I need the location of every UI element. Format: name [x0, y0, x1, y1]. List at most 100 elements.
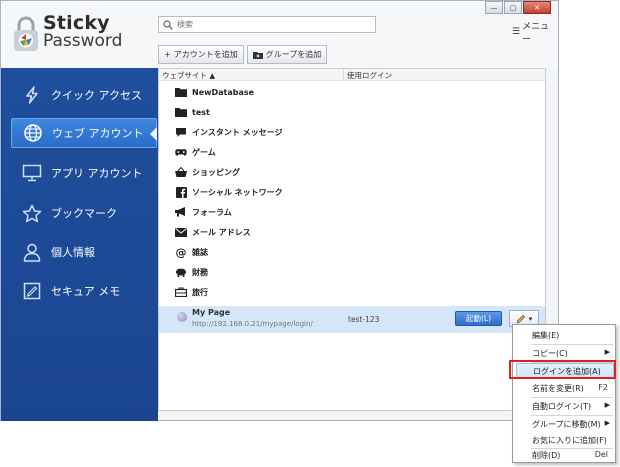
menu-label: メニュー: [522, 22, 550, 45]
menu-item-label: 編集(E): [532, 330, 560, 340]
minimize-button[interactable]: —: [485, 1, 503, 14]
group-row[interactable]: @ 雑誌: [159, 242, 545, 262]
logo-line-1: Sticky: [43, 12, 110, 34]
account-login: test-123: [348, 315, 380, 324]
group-row[interactable]: ゲーム: [159, 142, 545, 162]
menu-item-label: 自動ログイン(T): [532, 401, 592, 411]
sidebar-label: 個人情報: [51, 246, 95, 259]
accounts-list: ウェブサイト ▲ 使用ログイン NewDatabase test インスタント …: [158, 68, 546, 411]
menu-item-copy[interactable]: コピー(C) ▶: [516, 345, 614, 361]
sidebar-item-bookmarks[interactable]: ブックマーク: [11, 198, 157, 228]
piggybank-icon: [175, 267, 187, 278]
search-icon: [163, 20, 173, 30]
column-login[interactable]: 使用ログイン: [347, 70, 392, 81]
search-input[interactable]: [177, 18, 371, 31]
group-label: インスタント メッセージ: [192, 127, 283, 137]
folder-plus-icon: [252, 51, 263, 59]
menu-item-label: コピー(C): [532, 348, 568, 358]
menu-item-shortcut: F2: [598, 383, 608, 392]
envelope-icon: [175, 227, 187, 238]
basket-icon: [175, 167, 187, 178]
menu-item-delete[interactable]: 削除(D) Del: [516, 447, 614, 463]
menu-item-edit[interactable]: 編集(E): [516, 327, 614, 343]
group-row[interactable]: ショッピング: [159, 162, 545, 182]
menu-item-shortcut: Del: [594, 450, 608, 459]
group-row[interactable]: インスタント メッセージ: [159, 122, 545, 142]
plus-icon: +: [164, 50, 171, 59]
window-controls: — ▢ ✕: [485, 1, 552, 15]
sidebar-label: クイック アクセス: [51, 89, 142, 102]
submenu-arrow-icon: ▶: [604, 401, 610, 409]
sidebar-item-personal-info[interactable]: 個人情報: [11, 237, 157, 267]
menu-item-rename[interactable]: 名前を変更(R) F2: [516, 380, 614, 396]
maximize-button[interactable]: ▢: [504, 1, 522, 14]
sticky-password-logo: [14, 16, 38, 51]
sidebar-item-secure-memo[interactable]: セキュア メモ: [11, 276, 157, 306]
person-icon: [21, 241, 43, 263]
sidebar-label: アプリ アカウント: [51, 167, 143, 180]
group-label: メール アドレス: [192, 227, 251, 237]
site-icon: [177, 312, 187, 322]
close-button[interactable]: ✕: [523, 1, 551, 14]
hamburger-icon: ☰: [512, 27, 521, 37]
column-separator: [343, 69, 344, 81]
group-row[interactable]: NewDatabase: [159, 82, 545, 102]
group-label: ゲーム: [192, 147, 216, 157]
add-group-label: グループを追加: [265, 50, 322, 59]
suitcase-icon: [175, 287, 187, 298]
add-account-button[interactable]: + アカウントを追加: [158, 45, 244, 64]
group-label: 旅行: [192, 287, 208, 297]
account-row-selected[interactable]: My Page http://192.168.0.21/mypage/login…: [159, 306, 545, 333]
sidebar-item-web-accounts[interactable]: ウェブ アカウント: [11, 118, 157, 148]
folder-icon: [175, 87, 187, 98]
menu-item-move-to-group[interactable]: グループに移動(M) ▶: [516, 416, 614, 432]
highlight-box: [509, 360, 616, 379]
group-row[interactable]: 旅行: [159, 282, 545, 302]
sort-up-icon: ▲: [209, 71, 216, 80]
menu-item-label: グループに移動(M): [532, 419, 601, 429]
column-website[interactable]: ウェブサイト ▲: [162, 70, 215, 81]
sidebar-item-quick-access[interactable]: クイック アクセス: [11, 80, 157, 110]
chat-icon: [175, 127, 187, 138]
add-group-button[interactable]: グループを追加: [246, 45, 328, 64]
group-label: test: [192, 107, 210, 117]
pencil-icon: [516, 314, 525, 323]
logo-text: Sticky Password: [43, 12, 122, 51]
group-row[interactable]: フォーラム: [159, 202, 545, 222]
star-icon: [21, 202, 43, 224]
add-account-label: アカウントを追加: [173, 50, 238, 59]
menu-item-add-favorite[interactable]: お気に入りに追加(F): [516, 432, 614, 448]
sidebar-item-app-accounts[interactable]: アプリ アカウント: [11, 158, 157, 188]
toolbar: + アカウントを追加 グループを追加: [158, 45, 328, 65]
group-row[interactable]: 財務: [159, 262, 545, 282]
submenu-arrow-icon: ▶: [604, 419, 610, 427]
group-label: ショッピング: [192, 167, 240, 177]
app-window: Sticky Password — ▢ ✕ ☰ メニュー + アカウントを追加 …: [0, 0, 559, 421]
monitor-icon: [21, 162, 43, 184]
group-label: 財務: [192, 267, 208, 277]
group-row[interactable]: ソーシャル ネットワーク: [159, 182, 545, 202]
launch-button[interactable]: 起動(L): [455, 311, 502, 326]
context-menu: 編集(E) コピー(C) ▶ ログインを追加(A) 名前を変更(R) F2 自動…: [512, 324, 616, 463]
account-url: http://192.168.0.21/mypage/login/: [192, 320, 313, 328]
menu-item-label: 名前を変更(R): [532, 383, 584, 393]
search-box[interactable]: [158, 16, 376, 33]
menu-item-label: 削除(D): [532, 450, 561, 460]
group-row[interactable]: test: [159, 102, 545, 122]
group-label: NewDatabase: [192, 87, 255, 97]
account-name: My Page: [192, 308, 231, 317]
title-bar: Sticky Password — ▢ ✕ ☰ メニュー + アカウントを追加 …: [1, 1, 558, 68]
folder-icon: [175, 107, 187, 118]
group-row[interactable]: メール アドレス: [159, 222, 545, 242]
globe-icon: [22, 122, 44, 144]
group-label: ソーシャル ネットワーク: [192, 187, 283, 197]
column-header: ウェブサイト ▲ 使用ログイン: [159, 69, 545, 81]
menu-item-autologin[interactable]: 自動ログイン(T) ▶: [516, 398, 614, 414]
lightning-icon: [21, 84, 43, 106]
at-icon: @: [175, 245, 187, 259]
gamepad-icon: [175, 147, 187, 158]
group-label: フォーラム: [192, 207, 232, 217]
sidebar-label: ウェブ アカウント: [52, 127, 144, 140]
submenu-arrow-icon: ▶: [604, 348, 610, 356]
menu-button[interactable]: ☰ メニュー: [512, 19, 558, 45]
